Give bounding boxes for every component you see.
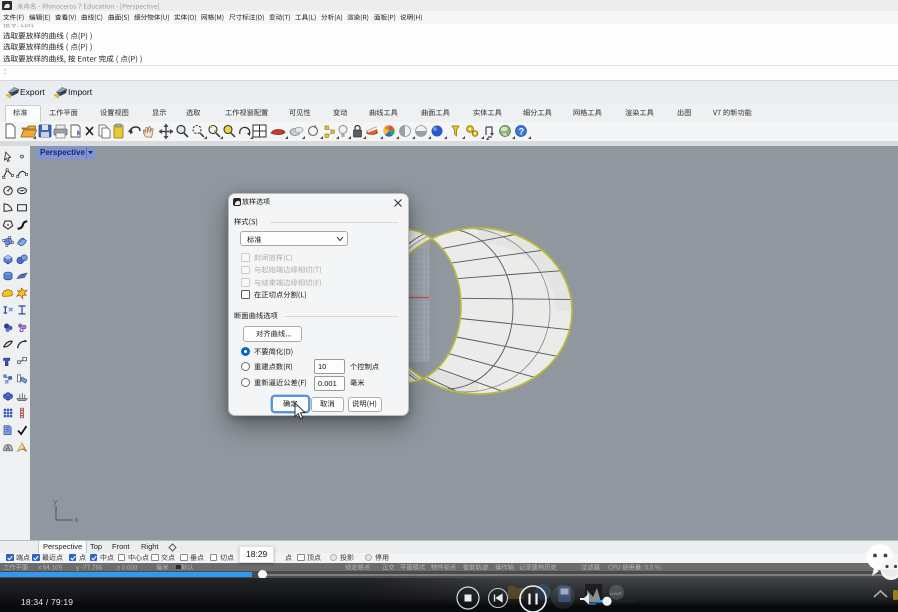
svg-text:x: x: [75, 517, 79, 524]
svg-text:y: y: [54, 499, 58, 506]
svg-text:z: z: [55, 507, 58, 513]
svg-text:?: ?: [519, 126, 525, 136]
svg-text:LIVUP: LIVUP: [610, 591, 622, 596]
